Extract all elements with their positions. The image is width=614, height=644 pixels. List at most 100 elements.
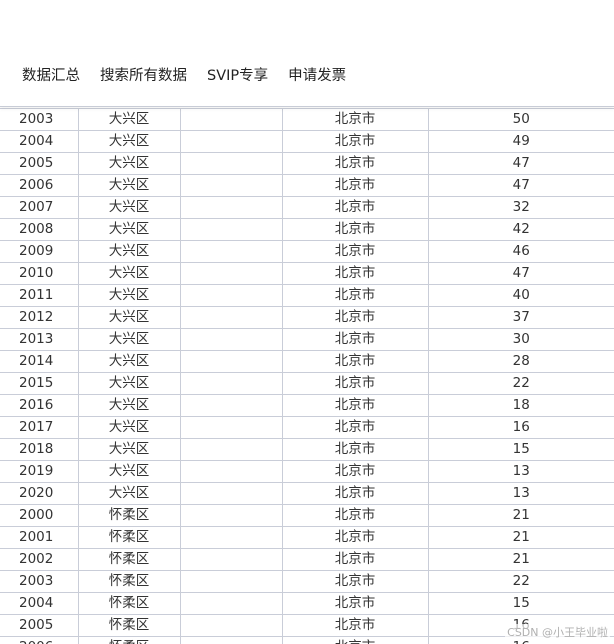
cell-district: 大兴区 xyxy=(77,174,181,197)
cell-year: 2018 xyxy=(0,438,79,461)
cell-city: 北京市 xyxy=(281,130,429,153)
cell-year: 2003 xyxy=(0,108,79,131)
cell-district: 怀柔区 xyxy=(77,548,181,571)
nav-item-data-summary[interactable]: 数据汇总 xyxy=(12,64,90,88)
cell-year: 2010 xyxy=(0,262,79,285)
cell-city: 北京市 xyxy=(281,218,429,241)
cell-empty xyxy=(179,394,283,417)
cell-district: 怀柔区 xyxy=(77,570,181,593)
cell-empty xyxy=(179,218,283,241)
cell-district: 大兴区 xyxy=(77,350,181,373)
cell-empty xyxy=(179,262,283,285)
cell-empty xyxy=(179,372,283,395)
cell-city: 北京市 xyxy=(281,152,429,175)
cell-district: 大兴区 xyxy=(77,240,181,263)
cell-year: 2004 xyxy=(0,592,79,615)
table-row: 2009 大兴区 北京市 46 xyxy=(0,240,614,263)
cell-city: 北京市 xyxy=(281,306,429,329)
cell-value: 15 xyxy=(427,592,614,615)
cell-district: 怀柔区 xyxy=(77,592,181,615)
cell-city: 北京市 xyxy=(281,526,429,549)
cell-city: 北京市 xyxy=(281,196,429,219)
cell-city: 北京市 xyxy=(281,394,429,417)
cell-year: 2015 xyxy=(0,372,79,395)
cell-empty xyxy=(179,526,283,549)
cell-year: 2019 xyxy=(0,460,79,483)
cell-district: 大兴区 xyxy=(77,394,181,417)
table-row: 2006 大兴区 北京市 47 xyxy=(0,174,614,197)
cell-year: 2013 xyxy=(0,328,79,351)
table-row: 2014 大兴区 北京市 28 xyxy=(0,350,614,373)
cell-value: 47 xyxy=(427,174,614,197)
cell-value: 21 xyxy=(427,526,614,549)
cell-district: 大兴区 xyxy=(77,482,181,505)
cell-value: 47 xyxy=(427,152,614,175)
cell-empty xyxy=(179,548,283,571)
cell-value: 47 xyxy=(427,262,614,285)
table-row: 2001 怀柔区 北京市 21 xyxy=(0,526,614,549)
cell-district: 大兴区 xyxy=(77,196,181,219)
cell-value: 13 xyxy=(427,482,614,505)
cell-city: 北京市 xyxy=(281,438,429,461)
cell-year: 2004 xyxy=(0,130,79,153)
cell-district: 大兴区 xyxy=(77,130,181,153)
cell-city: 北京市 xyxy=(281,504,429,527)
cell-city: 北京市 xyxy=(281,570,429,593)
cell-value: 50 xyxy=(427,108,614,131)
cell-value: 32 xyxy=(427,196,614,219)
nav-item-svip[interactable]: SVIP专享 xyxy=(197,64,278,88)
cell-empty xyxy=(179,152,283,175)
cell-district: 大兴区 xyxy=(77,460,181,483)
cell-value: 40 xyxy=(427,284,614,307)
table-row: 2005 大兴区 北京市 47 xyxy=(0,152,614,175)
cell-district: 大兴区 xyxy=(77,328,181,351)
cell-value: 49 xyxy=(427,130,614,153)
cell-value: 22 xyxy=(427,372,614,395)
cell-year: 2017 xyxy=(0,416,79,439)
table-row: 2012 大兴区 北京市 37 xyxy=(0,306,614,329)
data-table-container[interactable]: 2003 大兴区 北京市 50 2004 大兴区 北京市 49 2005 大兴区 北京市 47 2006… xyxy=(0,108,614,644)
table-row: 2016 大兴区 北京市 18 xyxy=(0,394,614,417)
cell-empty xyxy=(179,284,283,307)
cell-value: 37 xyxy=(427,306,614,329)
table-row: 2008 大兴区 北京市 42 xyxy=(0,218,614,241)
table-row: 2020 大兴区 北京市 13 xyxy=(0,482,614,505)
table-row: 2002 怀柔区 北京市 21 xyxy=(0,548,614,571)
cell-value: 21 xyxy=(427,548,614,571)
cell-empty xyxy=(179,636,283,644)
cell-city: 北京市 xyxy=(281,592,429,615)
table-row: 2010 大兴区 北京市 47 xyxy=(0,262,614,285)
cell-value: 16 xyxy=(427,416,614,439)
cell-year: 2007 xyxy=(0,196,79,219)
cell-empty xyxy=(179,592,283,615)
cell-empty xyxy=(179,416,283,439)
cell-year: 2014 xyxy=(0,350,79,373)
cell-empty xyxy=(179,350,283,373)
cell-city: 北京市 xyxy=(281,262,429,285)
cell-district: 大兴区 xyxy=(77,108,181,131)
table-row: 2018 大兴区 北京市 15 xyxy=(0,438,614,461)
cell-empty xyxy=(179,460,283,483)
cell-empty xyxy=(179,174,283,197)
cell-year: 2005 xyxy=(0,614,79,637)
cell-district: 大兴区 xyxy=(77,438,181,461)
cell-city: 北京市 xyxy=(281,548,429,571)
cell-value: 22 xyxy=(427,570,614,593)
cell-value: 30 xyxy=(427,328,614,351)
cell-year: 2011 xyxy=(0,284,79,307)
cell-empty xyxy=(179,438,283,461)
table-row: 2017 大兴区 北京市 16 xyxy=(0,416,614,439)
table-row: 2011 大兴区 北京市 40 xyxy=(0,284,614,307)
cell-value: 18 xyxy=(427,394,614,417)
data-table: 2003 大兴区 北京市 50 2004 大兴区 北京市 49 2005 大兴区 北京市 47 2006… xyxy=(0,108,614,644)
table-row: 2003 怀柔区 北京市 22 xyxy=(0,570,614,593)
nav-item-apply-invoice[interactable]: 申请发票 xyxy=(278,64,356,88)
cell-city: 北京市 xyxy=(281,350,429,373)
cell-year: 2000 xyxy=(0,504,79,527)
table-row: 2004 怀柔区 北京市 15 xyxy=(0,592,614,615)
nav-menu: 数据汇总 搜索所有数据 SVIP专享 申请发票 xyxy=(12,64,356,88)
nav-item-search-all-data[interactable]: 搜索所有数据 xyxy=(90,64,197,88)
cell-empty xyxy=(179,504,283,527)
cell-city: 北京市 xyxy=(281,284,429,307)
cell-district: 大兴区 xyxy=(77,152,181,175)
